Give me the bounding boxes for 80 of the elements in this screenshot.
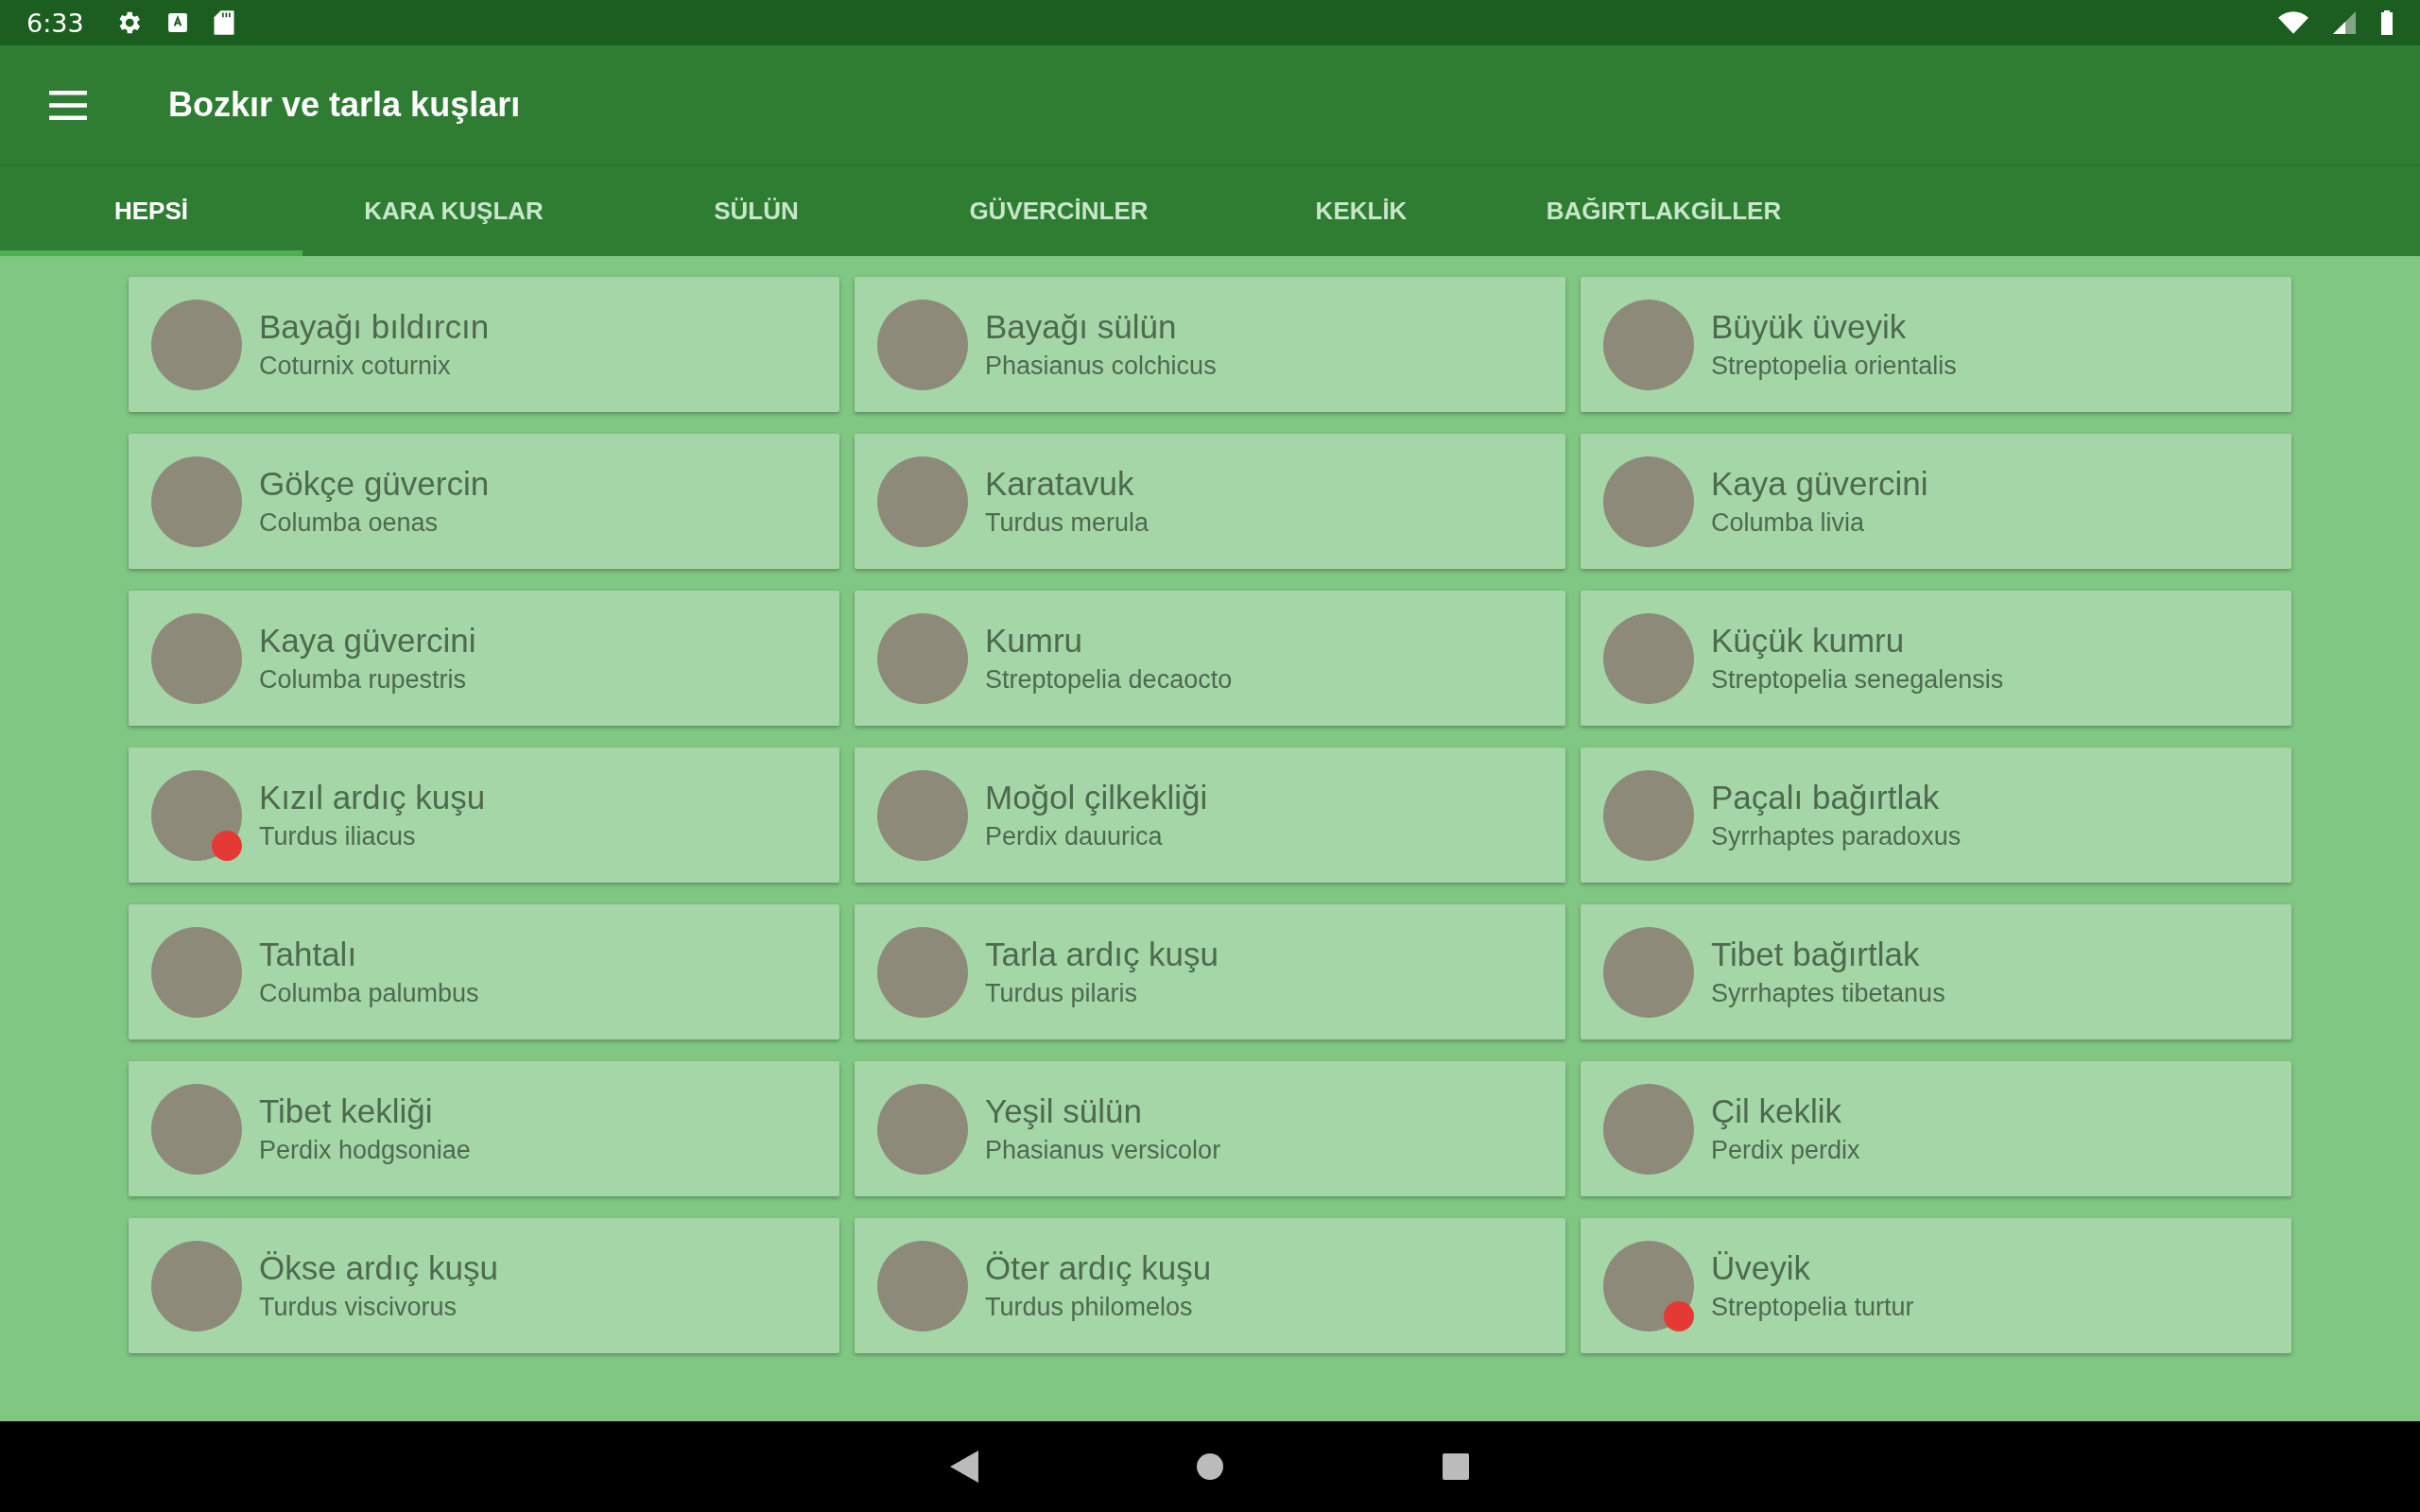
recent-apps-icon[interactable] bbox=[1442, 1452, 1470, 1481]
bird-card[interactable]: Üveyik Streptopelia turtur bbox=[1581, 1218, 2291, 1353]
latin-name: Streptopelia orientalis bbox=[1711, 352, 1957, 381]
bird-name: Öter ardıç kuşu bbox=[985, 1249, 1212, 1287]
category-tab[interactable]: GÜVERCİNLER bbox=[908, 166, 1210, 256]
bird-name: Kumru bbox=[985, 622, 1084, 660]
latin-name: Perdix dauurica bbox=[985, 822, 1164, 851]
bird-name: Tibet bağırtlak bbox=[1711, 936, 1921, 973]
bird-card[interactable]: Tahtalı Columba palumbus bbox=[129, 904, 839, 1040]
bird-card[interactable]: Paçalı bağırtlak Syrrhaptes paradoxus bbox=[1581, 747, 2291, 883]
bird-name: Çil keklik bbox=[1711, 1092, 1843, 1130]
latin-name: Coturnix coturnix bbox=[259, 352, 452, 381]
category-tab[interactable]: SÜLÜN bbox=[605, 166, 908, 256]
latin-name: Columba palumbus bbox=[259, 979, 479, 1008]
bird-card[interactable]: Tarla ardıç kuşu Turdus pilaris bbox=[855, 904, 1565, 1040]
bird-name: Karatavuk bbox=[985, 465, 1135, 503]
bird-card[interactable]: Kumru Streptopelia decaocto bbox=[855, 591, 1565, 726]
bird-card[interactable]: Büyük üveyik Streptopelia orientalis bbox=[1581, 277, 2291, 412]
bird-card[interactable]: Bayağı bıldırcın Coturnix coturnix bbox=[129, 277, 839, 412]
sd-card-icon bbox=[212, 9, 235, 36]
bird-name: Küçük kumru bbox=[1711, 622, 1906, 660]
menu-icon[interactable] bbox=[49, 90, 87, 120]
bird-name: Moğol çilkekliği bbox=[985, 779, 1208, 816]
latin-name: Phasianus versicolor bbox=[985, 1136, 1221, 1165]
bird-card[interactable]: Bayağı sülün Phasianus colchicus bbox=[855, 277, 1565, 412]
bird-card[interactable]: Tibet kekliği Perdix hodgsoniae bbox=[129, 1061, 839, 1196]
bird-card[interactable]: Kaya güvercini Columba livia bbox=[1581, 434, 2291, 569]
latin-name: Streptopelia senegalensis bbox=[1711, 665, 2004, 695]
latin-name: Turdus viscivorus bbox=[259, 1293, 458, 1322]
bird-name: Kızıl ardıç kuşu bbox=[259, 779, 486, 816]
latin-name: Columba oenas bbox=[259, 508, 440, 538]
latin-name: Streptopelia decaocto bbox=[985, 665, 1233, 695]
category-tab[interactable]: KARA KUŞLAR bbox=[302, 166, 605, 256]
latin-name: Columba rupestris bbox=[259, 665, 468, 695]
latin-name: Phasianus colchicus bbox=[985, 352, 1217, 381]
clock-time: 6:33 bbox=[26, 8, 84, 38]
bird-card[interactable]: Moğol çilkekliği Perdix dauurica bbox=[855, 747, 1565, 883]
signal-icon bbox=[2333, 11, 2356, 34]
bird-name: Kaya güvercini bbox=[1711, 465, 1928, 503]
bird-card[interactable]: Kaya güvercini Columba rupestris bbox=[129, 591, 839, 726]
bird-card[interactable]: Ökse ardıç kuşu Turdus viscivorus bbox=[129, 1218, 839, 1353]
bird-name: Tibet kekliği bbox=[259, 1092, 434, 1130]
category-tab[interactable]: KEKLİK bbox=[1210, 166, 1512, 256]
bird-card[interactable]: Küçük kumru Streptopelia senegalensis bbox=[1581, 591, 2291, 726]
bird-name: Bayağı bıldırcın bbox=[259, 308, 490, 346]
home-icon[interactable] bbox=[1196, 1452, 1224, 1481]
latin-name: Perdix perdix bbox=[1711, 1136, 1860, 1165]
latin-name: Syrrhaptes paradoxus bbox=[1711, 822, 1962, 851]
latin-name: Perdix hodgsoniae bbox=[259, 1136, 471, 1165]
category-tab[interactable]: HEPSİ bbox=[0, 166, 302, 256]
bird-card[interactable]: Tibet bağırtlak Syrrhaptes tibetanus bbox=[1581, 904, 2291, 1040]
keyboard-notification-icon bbox=[166, 12, 188, 33]
latin-name: Columba livia bbox=[1711, 508, 1866, 538]
wifi-icon bbox=[2278, 11, 2308, 34]
bird-card[interactable]: Kızıl ardıç kuşu Turdus iliacus bbox=[129, 747, 839, 883]
latin-name: Turdus philomelos bbox=[985, 1293, 1194, 1322]
bird-card[interactable]: Çil keklik Perdix perdix bbox=[1581, 1061, 2291, 1196]
bird-name: Paçalı bağırtlak bbox=[1711, 779, 1941, 816]
app-title: Bozkır ve tarla kuşları bbox=[168, 85, 521, 125]
bird-name: Üveyik bbox=[1711, 1249, 1812, 1287]
latin-name: Streptopelia turtur bbox=[1711, 1293, 1914, 1322]
battery-icon bbox=[2380, 10, 2394, 35]
category-tab[interactable]: BAĞIRTLAKGİLLER bbox=[1512, 166, 1815, 256]
bird-name: Tahtalı bbox=[259, 936, 358, 973]
bird-name: Kaya güvercini bbox=[259, 622, 476, 660]
back-icon[interactable] bbox=[950, 1451, 978, 1483]
bird-name: Tarla ardıç kuşu bbox=[985, 936, 1219, 973]
bird-card[interactable]: Yeşil sülün Phasianus versicolor bbox=[855, 1061, 1565, 1196]
latin-name: Turdus pilaris bbox=[985, 979, 1139, 1008]
latin-name: Turdus merula bbox=[985, 508, 1150, 538]
latin-name: Turdus iliacus bbox=[259, 822, 417, 851]
bird-card[interactable]: Öter ardıç kuşu Turdus philomelos bbox=[855, 1218, 1565, 1353]
bird-name: Gökçe güvercin bbox=[259, 465, 490, 503]
bird-name: Bayağı sülün bbox=[985, 308, 1178, 346]
bird-card[interactable]: Gökçe güvercin Columba oenas bbox=[129, 434, 839, 569]
bird-card[interactable]: Karatavuk Turdus merula bbox=[855, 434, 1565, 569]
bird-name: Büyük üveyik bbox=[1711, 308, 1908, 346]
bird-name: Ökse ardıç kuşu bbox=[259, 1249, 498, 1287]
latin-name: Syrrhaptes tibetanus bbox=[1711, 979, 1945, 1008]
bird-name: Yeşil sülün bbox=[985, 1092, 1144, 1130]
